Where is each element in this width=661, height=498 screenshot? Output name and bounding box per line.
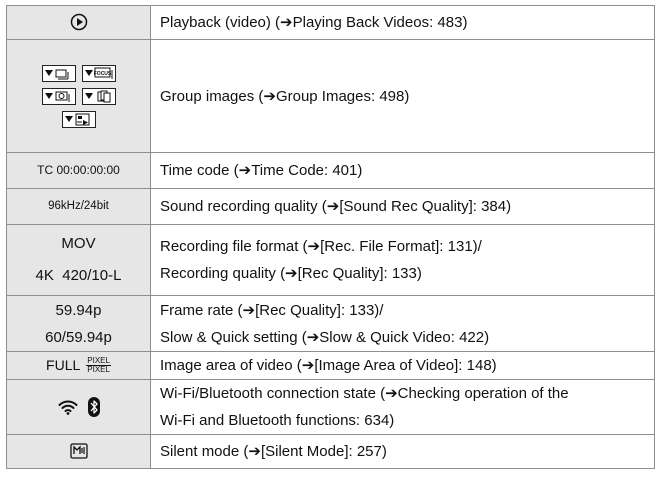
slow-quick-symbol: 60/59.94p: [45, 328, 112, 346]
silent-mode-icon: [69, 443, 88, 459]
table-row: 96kHz/24bit Sound recording quality (➔[S…: [6, 188, 655, 225]
description-text: Frame rate (➔[Rec Quality]: 133)/: [160, 301, 384, 319]
description-text: Wi-Fi and Bluetooth functions: 634): [160, 412, 395, 429]
group-stop-motion-icon: [81, 87, 116, 105]
icon-cell: FULL PIXEL PIXEL: [6, 351, 151, 380]
table-row: FULL PIXEL PIXEL Image area of video (➔[Im…: [6, 351, 655, 380]
description-text: Recording file format (➔[Rec. File Forma…: [160, 238, 482, 255]
description-text: Recording quality (➔[Rec Quality]: 133): [160, 265, 422, 282]
description-text: Time code (➔Time Code: 401): [160, 162, 363, 179]
table-row: Silent mode (➔[Silent Mode]: 257): [6, 434, 655, 469]
table-row: TC 00:00:00:00 Time code (➔Time Code: 40…: [6, 152, 655, 189]
image-area-full: FULL: [46, 356, 81, 373]
frame-rate-symbol: 59.94p: [55, 301, 102, 319]
sound-quality-symbol: 96kHz/24bit: [48, 200, 109, 212]
pixel-denominator: PIXEL: [87, 365, 110, 375]
icon-cell: TC 00:00:00:00: [6, 152, 151, 189]
description-cell: Sound recording quality (➔[Sound Rec Qua…: [150, 188, 655, 225]
description-cell: Silent mode (➔[Silent Mode]: 257): [150, 434, 655, 469]
wifi-icon: [58, 400, 77, 415]
icon-cell: [6, 5, 151, 40]
icon-cell: [6, 379, 151, 435]
description-text: Silent mode (➔[Silent Mode]: 257): [160, 443, 387, 460]
icon-cell: 59.94p 60/59.94p: [6, 295, 151, 352]
description-cell: Playback (video) (➔Playing Back Videos: …: [150, 5, 655, 40]
description-text: Playback (video) (➔Playing Back Videos: …: [160, 14, 468, 31]
description-text: Image area of video (➔[Image Area of Vid…: [160, 357, 497, 374]
image-area-symbol: FULL PIXEL PIXEL: [46, 356, 111, 374]
description-cell: Recording file format (➔[Rec. File Forma…: [150, 224, 655, 296]
description-text: Group images (➔Group Images: 498): [160, 87, 410, 105]
group-focus-stacking-icon: [61, 110, 96, 128]
icon-cell: MOV 4K 420/10-L: [6, 224, 151, 296]
description-cell: Frame rate (➔[Rec Quality]: 133)/ Slow &…: [150, 295, 655, 352]
pixel-fraction: PIXEL PIXEL: [86, 357, 111, 374]
icon-cell: 96kHz/24bit: [6, 188, 151, 225]
file-format-symbol: MOV: [61, 235, 96, 252]
icon-cell: [6, 434, 151, 469]
group-burst-icon: [41, 64, 76, 82]
reference-table: Playback (video) (➔Playing Back Videos: …: [6, 5, 655, 469]
time-code-symbol: TC 00:00:00:00: [37, 163, 120, 177]
table-row: 59.94p 60/59.94p Frame rate (➔[Rec Quali…: [6, 295, 655, 352]
rec-quality-symbol: 4K 420/10-L: [35, 267, 122, 284]
description-text: Slow & Quick setting (➔Slow & Quick Vide…: [160, 328, 490, 346]
table-row: Wi-Fi/Bluetooth connection state (➔Check…: [6, 379, 655, 435]
description-cell: Group images (➔Group Images: 498): [150, 39, 655, 153]
table-row: Playback (video) (➔Playing Back Videos: …: [6, 5, 655, 40]
table-row: MOV 4K 420/10-L Recording file format (➔…: [6, 224, 655, 296]
description-cell: Time code (➔Time Code: 401): [150, 152, 655, 189]
group-focus-bracket-icon: FOCUS: [81, 64, 116, 82]
bluetooth-icon: [87, 397, 100, 417]
playback-icon: [70, 14, 87, 31]
focus-badge-text: FOCUS: [93, 71, 111, 77]
icon-cell: FOCUS: [6, 39, 151, 153]
description-text: Sound recording quality (➔[Sound Rec Qua…: [160, 198, 512, 215]
table-row: FOCUS Group images (➔Group Images: 498): [6, 39, 655, 153]
description-text: Wi-Fi/Bluetooth connection state (➔Check…: [160, 385, 569, 402]
description-cell: Wi-Fi/Bluetooth connection state (➔Check…: [150, 379, 655, 435]
description-cell: Image area of video (➔[Image Area of Vid…: [150, 351, 655, 380]
group-interval-icon: [41, 87, 76, 105]
